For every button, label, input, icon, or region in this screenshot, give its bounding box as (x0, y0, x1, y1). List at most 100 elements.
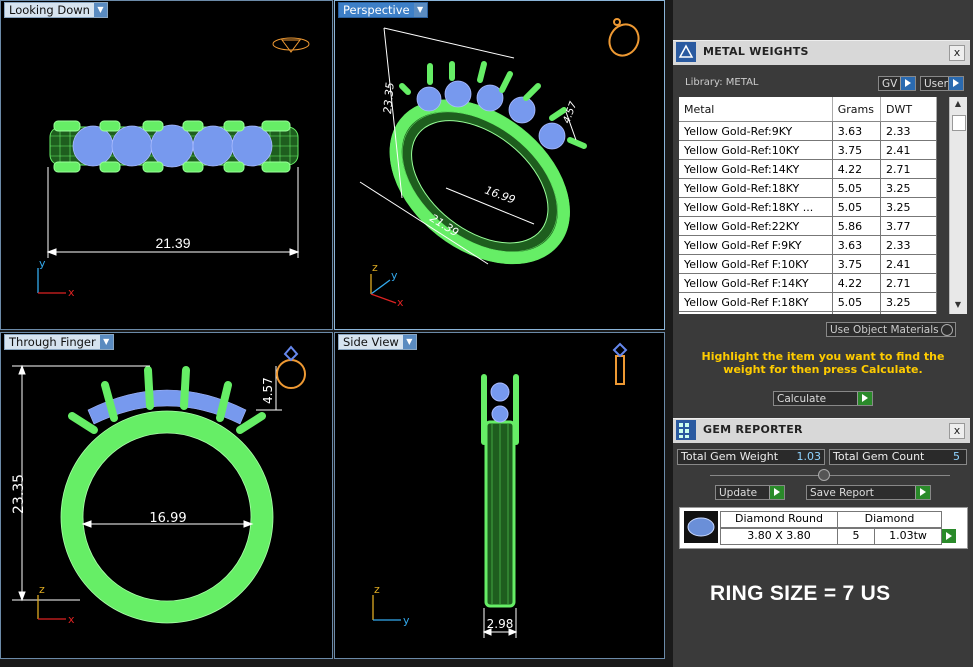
axis-y-label: y (403, 614, 410, 627)
viewport-label-through-finger[interactable]: Through Finger ▼ (4, 334, 114, 350)
close-icon[interactable]: x (949, 45, 965, 61)
grams-cell: 3.63 (832, 235, 882, 255)
dwt-cell: 2.41 (880, 254, 937, 274)
radio-icon (941, 324, 953, 336)
gem-count-cell: 5 (837, 528, 875, 545)
table-row[interactable]: Yellow Gold-Ref:18KY ... 5.05 3.25 (679, 197, 937, 217)
column-header-metal[interactable]: Metal (679, 97, 833, 122)
scale-icon (676, 42, 696, 62)
update-button[interactable]: Update (715, 485, 785, 500)
chevron-down-icon[interactable]: ▼ (93, 3, 107, 17)
chevron-down-icon[interactable]: ▼ (99, 335, 113, 349)
metal-cell: Yellow Gold-Ref F:9KY (679, 235, 833, 255)
play-icon[interactable] (942, 529, 956, 543)
play-icon (915, 486, 930, 499)
chevron-down-icon[interactable]: ▼ (402, 335, 416, 349)
dwt-cell: 3.25 (880, 311, 937, 314)
dwt-cell: 2.33 (880, 121, 937, 141)
viewport-label-perspective[interactable]: Perspective ▼ (338, 2, 428, 18)
use-object-materials-toggle[interactable]: Use Object Materials (826, 322, 956, 337)
dwt-cell: 3.25 (880, 197, 937, 217)
grams-cell: 5.05 (832, 178, 882, 198)
axis-z-label: z (374, 583, 380, 596)
total-gem-weight-field: Total Gem Weight 1.03 (677, 449, 825, 465)
viewport-side-view[interactable]: 2.98 z y Side View ▼ (334, 332, 665, 659)
close-icon[interactable]: x (949, 423, 965, 439)
grams-cell: 5.05 (832, 311, 882, 314)
play-icon (857, 392, 872, 405)
viewport-perspective[interactable]: 23.35 21.39 16.99 4.57 z y x Perspective… (334, 0, 665, 330)
metal-cell: Yellow Gold-Ref:18KY ... (679, 197, 833, 217)
table-row[interactable]: Yellow Gold-Ref F:14KY 4.22 2.71 (679, 273, 937, 293)
grams-cell: 3.75 (832, 140, 882, 160)
table-scrollbar[interactable]: ▲ ▼ (949, 97, 967, 314)
splitter-handle[interactable] (818, 469, 830, 481)
orientation-ring-icon (612, 342, 628, 385)
metal-weights-header: METAL WEIGHTS x (673, 40, 970, 65)
table-row[interactable]: Yellow Gold-Ref:9KY 3.63 2.33 (679, 121, 937, 141)
table-row[interactable]: Yellow Gold-Ref:22KY 5.86 3.77 (679, 216, 937, 236)
orientation-ring-icon (276, 345, 306, 389)
metal-weights-title: METAL WEIGHTS (703, 45, 809, 58)
metal-cell: Yellow Gold-Ref:10KY (679, 140, 833, 160)
table-row[interactable]: Yellow Gold-Ref:14KY 4.22 2.71 (679, 159, 937, 179)
metal-cell: Yellow Gold-Ref:22KY (679, 216, 833, 236)
dwt-cell: 2.71 (880, 273, 937, 293)
orientation-ring-icon (608, 18, 640, 57)
ring-front-view: 23.35 16.99 4.57 z x (11, 345, 306, 626)
dwt-cell: 2.41 (880, 140, 937, 160)
save-report-button[interactable]: Save Report (806, 485, 931, 500)
viewport-through-finger[interactable]: 23.35 16.99 4.57 z x Through Finger ▼ (0, 332, 333, 659)
diamond-round-icon (684, 511, 718, 543)
dimension-label: 2.98 (487, 617, 514, 631)
gem-list-item[interactable]: Diamond Round Diamond 3.80 X 3.80 5 1.03… (679, 507, 968, 549)
column-header-grams[interactable]: Grams (832, 97, 882, 122)
chevron-up-icon[interactable]: ▲ (952, 99, 964, 111)
ring-perspective-view: 23.35 21.39 16.99 4.57 z y x (359, 18, 640, 309)
table-header-row: Metal Grams DWT (679, 97, 937, 122)
gem-type-cell: Diamond Round (720, 511, 838, 528)
table-row[interactable]: Yellow Gold-Ref F:10KY 3.75 2.41 (679, 254, 937, 274)
dimension-gem-label: 4.57 (561, 100, 579, 125)
divider (710, 475, 950, 476)
viewport-looking-down[interactable]: 21.39 y x Looking Down ▼ (0, 0, 333, 330)
gem-material-cell: Diamond (837, 511, 942, 528)
dwt-cell: 3.77 (880, 216, 937, 236)
axis-x-label: x (397, 296, 404, 309)
scroll-thumb[interactable] (952, 115, 966, 131)
table-row[interactable]: Yellow Gold-Ref:18KY 5.05 3.25 (679, 178, 937, 198)
chevron-down-icon[interactable]: ▼ (413, 3, 427, 17)
metal-cell: Yellow Gold-Ref F:18KY (679, 292, 833, 312)
dimension-gem-label: 4.57 (261, 377, 275, 404)
gem-reporter-header: GEM REPORTER x (673, 418, 970, 443)
metal-cell: Yellow Gold-Ref F:18K... (679, 311, 833, 314)
user-toggle[interactable]: User (920, 76, 964, 91)
grams-cell: 5.05 (832, 292, 882, 312)
axis-y-label: y (39, 257, 46, 270)
axis-x-label: x (68, 613, 75, 626)
gem-grid-icon (676, 420, 696, 440)
chevron-down-icon[interactable]: ▼ (952, 300, 964, 312)
table-row[interactable]: Yellow Gold-Ref F:9KY 3.63 2.33 (679, 235, 937, 255)
grams-cell: 3.63 (832, 121, 882, 141)
gv-toggle[interactable]: GV (878, 76, 916, 91)
instruction-text: Highlight the item you want to find the … (701, 350, 945, 376)
ring-side-view: 2.98 z y (372, 342, 628, 638)
table-row[interactable]: Yellow Gold-Ref F:18K...5.053.25 (679, 311, 937, 314)
viewport-label-side-view[interactable]: Side View ▼ (338, 334, 417, 350)
column-header-dwt[interactable]: DWT (880, 97, 937, 122)
metal-cell: Yellow Gold-Ref:9KY (679, 121, 833, 141)
dimension-height-label: 23.35 (11, 474, 27, 514)
dimension-label: 21.39 (155, 235, 190, 251)
viewport-label-looking-down[interactable]: Looking Down ▼ (4, 2, 108, 18)
metal-cell: Yellow Gold-Ref:18KY (679, 178, 833, 198)
total-gem-count-field: Total Gem Count 5 (829, 449, 967, 465)
table-row[interactable]: Yellow Gold-Ref F:18KY 5.05 3.25 (679, 292, 937, 312)
axis-z-label: z (372, 261, 378, 274)
orientation-ring-icon (272, 37, 310, 53)
calculate-button[interactable]: Calculate (773, 391, 873, 406)
grams-cell: 4.22 (832, 159, 882, 179)
library-label: Library: METAL (685, 77, 759, 88)
dwt-cell: 3.25 (880, 292, 937, 312)
table-row[interactable]: Yellow Gold-Ref:10KY 3.75 2.41 (679, 140, 937, 160)
